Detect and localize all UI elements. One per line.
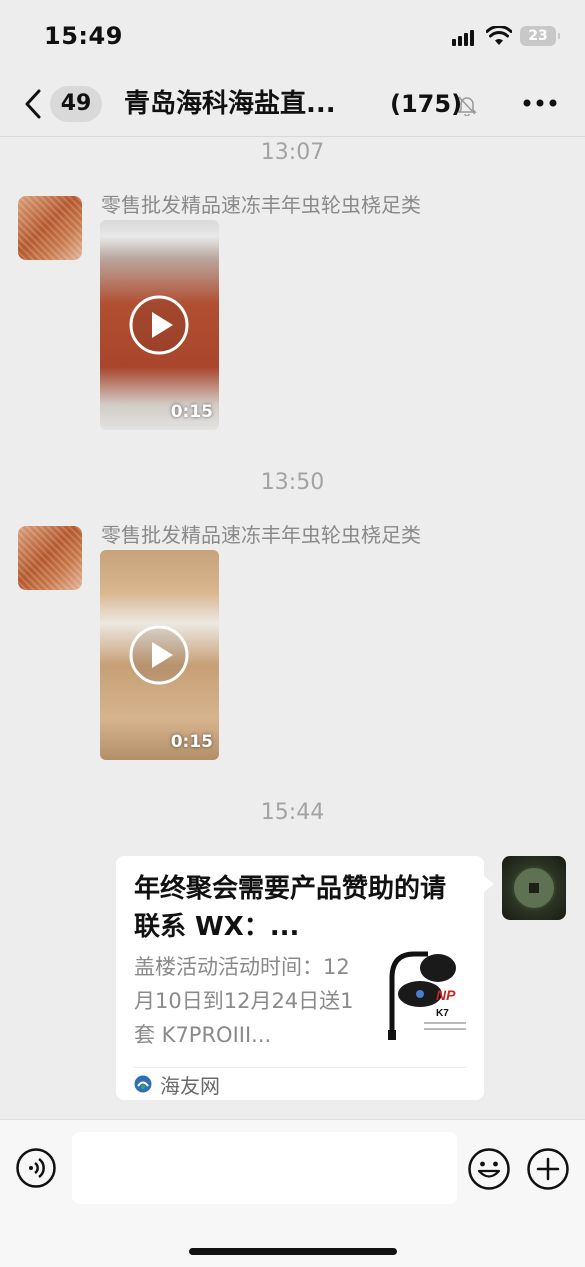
wifi-icon bbox=[486, 26, 512, 45]
video-message[interactable]: 0:15 bbox=[100, 220, 219, 430]
message-timestamp: 15:44 bbox=[260, 800, 325, 825]
status-time: 15:49 bbox=[44, 22, 123, 50]
link-card[interactable]: 年终聚会需要产品赞助的请联系 WX：... 盖楼活动活动时间：12月10日到12… bbox=[116, 856, 494, 1100]
emoji-icon[interactable] bbox=[468, 1148, 510, 1190]
status-bar: 15:49 23 bbox=[0, 0, 585, 72]
bell-slash-icon bbox=[457, 96, 477, 116]
my-avatar[interactable] bbox=[502, 856, 566, 920]
more-dots-icon[interactable] bbox=[522, 96, 558, 110]
video-message[interactable]: 0:15 bbox=[100, 550, 219, 760]
chevron-left-icon[interactable] bbox=[22, 88, 44, 120]
video-duration: 0:15 bbox=[170, 732, 213, 752]
unread-count-badge[interactable]: 49 bbox=[50, 86, 102, 122]
link-card-description: 盖楼活动活动时间：12月10日到12月24日送1套 K7PROIII... bbox=[134, 955, 354, 1047]
message-timestamp: 13:07 bbox=[260, 140, 325, 165]
home-indicator bbox=[189, 1248, 397, 1255]
member-count: (175) bbox=[390, 90, 463, 118]
message-timestamp: 13:50 bbox=[260, 470, 325, 495]
link-card-source: 海友网 bbox=[160, 1074, 220, 1098]
video-duration: 0:15 bbox=[170, 402, 213, 422]
sender-avatar[interactable] bbox=[18, 526, 82, 590]
message-input-bar bbox=[0, 1119, 585, 1267]
sender-name: 零售批发精品速冻丰年虫轮虫桡足类 bbox=[101, 523, 421, 547]
link-card-title: 年终聚会需要产品赞助的请联系 WX：... bbox=[134, 874, 447, 942]
plus-icon[interactable] bbox=[527, 1148, 569, 1190]
message-input[interactable] bbox=[72, 1132, 457, 1204]
play-icon[interactable] bbox=[129, 625, 189, 685]
svg-text:NP: NP bbox=[436, 987, 456, 1003]
coin-icon bbox=[512, 866, 556, 910]
battery-icon: 23 bbox=[520, 26, 560, 46]
chat-header: 49 青岛海科海盐直... (175) bbox=[0, 72, 585, 137]
chat-title[interactable]: 青岛海科海盐直... bbox=[124, 86, 369, 122]
thumbnail-brand-text: K7 bbox=[436, 1008, 449, 1019]
source-logo-icon bbox=[134, 1075, 152, 1093]
sender-name: 零售批发精品速冻丰年虫轮虫桡足类 bbox=[101, 193, 421, 217]
card-divider bbox=[134, 1067, 466, 1068]
signal-icon bbox=[452, 28, 480, 46]
play-icon[interactable] bbox=[129, 295, 189, 355]
voice-icon[interactable] bbox=[16, 1148, 56, 1188]
link-card-thumbnail: NP K7 bbox=[384, 948, 470, 1044]
sender-avatar[interactable] bbox=[18, 196, 82, 260]
